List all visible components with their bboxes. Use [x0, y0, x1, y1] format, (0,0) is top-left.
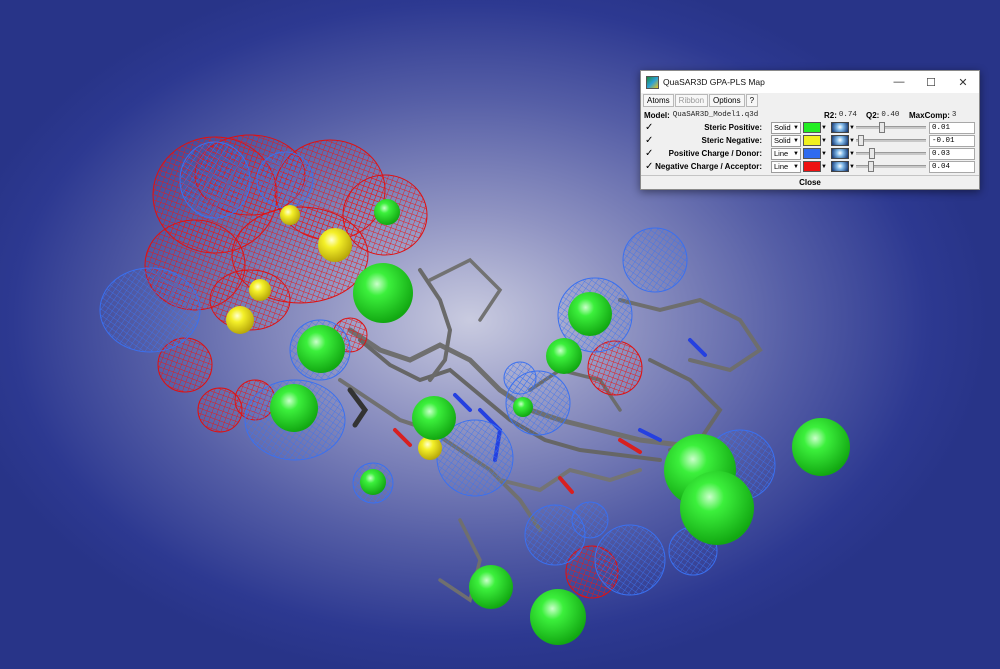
chevron-down-icon[interactable]: ▼	[849, 138, 855, 144]
model-info-row: Model: QuaSAR3D_Model1.q3d R2: 0.74 Q2: …	[641, 109, 979, 121]
model-filename: QuaSAR3D_Model1.q3d	[672, 111, 759, 119]
threshold-value-field[interactable]: 0.04	[929, 160, 975, 173]
color-swatch[interactable]	[803, 122, 821, 133]
chevron-down-icon: ▼	[793, 137, 799, 144]
q2-value: 0.40	[881, 111, 900, 119]
material-icon[interactable]	[831, 135, 849, 146]
title-bar[interactable]: QuaSAR3D GPA-PLS Map — ☐ ✕	[641, 71, 979, 93]
map-label: Steric Negative:	[701, 136, 762, 145]
chevron-down-icon[interactable]: ▼	[849, 125, 855, 131]
map-row-steric-positive: ✓ Steric Positive: Solid ▼ ▼ ▼ 0.01	[641, 121, 979, 134]
maximize-icon[interactable]: ☐	[915, 71, 947, 93]
checkmark-icon[interactable]: ✓	[645, 148, 653, 159]
style-select[interactable]: Solid ▼	[771, 134, 801, 147]
threshold-value-field[interactable]: 0.01	[929, 121, 975, 134]
color-swatch[interactable]	[803, 148, 821, 159]
material-icon[interactable]	[831, 122, 849, 133]
threshold-value-field[interactable]: -0.01	[929, 134, 975, 147]
color-swatch[interactable]	[803, 135, 821, 146]
slider-thumb[interactable]	[868, 161, 874, 172]
map-label: Steric Positive:	[704, 123, 762, 132]
chevron-down-icon: ▼	[793, 124, 799, 131]
map-label: Negative Charge / Acceptor:	[655, 162, 762, 171]
map-row-steric-negative: ✓ Steric Negative: Solid ▼ ▼ ▼ -0.01	[641, 134, 979, 147]
threshold-slider[interactable]	[856, 139, 926, 142]
style-select[interactable]: Solid ▼	[771, 121, 801, 134]
threshold-slider[interactable]	[856, 126, 926, 129]
color-swatch[interactable]	[803, 161, 821, 172]
threshold-slider[interactable]	[856, 165, 926, 168]
menu-ribbon: Ribbon	[674, 94, 709, 107]
slider-thumb[interactable]	[869, 148, 875, 159]
checkmark-icon[interactable]: ✓	[645, 135, 653, 146]
menu-bar: Atoms Ribbon Options ?	[641, 94, 979, 107]
q2-label: Q2:	[866, 110, 880, 120]
chevron-down-icon[interactable]: ▼	[849, 164, 855, 170]
window-title: QuaSAR3D GPA-PLS Map	[663, 77, 765, 87]
style-select[interactable]: Line ▼	[771, 160, 801, 173]
minimize-icon[interactable]: —	[883, 71, 915, 93]
material-icon[interactable]	[831, 161, 849, 172]
map-row-positive-charge: ✓ Positive Charge / Donor: Line ▼ ▼ ▼ 0.03	[641, 147, 979, 160]
chevron-down-icon[interactable]: ▼	[821, 164, 827, 170]
chevron-down-icon[interactable]: ▼	[821, 125, 827, 131]
r2-label: R2:	[824, 110, 837, 120]
chevron-down-icon: ▼	[793, 163, 799, 170]
checkmark-icon[interactable]: ✓	[645, 161, 653, 172]
chevron-down-icon[interactable]: ▼	[821, 138, 827, 144]
menu-help[interactable]: ?	[745, 94, 759, 107]
menu-atoms[interactable]: Atoms	[643, 94, 674, 107]
map-label: Positive Charge / Donor:	[668, 149, 762, 158]
gpa-pls-map-dialog: QuaSAR3D GPA-PLS Map — ☐ ✕ Atoms Ribbon …	[640, 70, 980, 190]
close-button[interactable]: Close	[641, 175, 979, 189]
chevron-down-icon[interactable]: ▼	[821, 151, 827, 157]
slider-thumb[interactable]	[879, 122, 885, 133]
r2-value: 0.74	[838, 111, 857, 119]
material-icon[interactable]	[831, 148, 849, 159]
threshold-slider[interactable]	[856, 152, 926, 155]
chevron-down-icon: ▼	[793, 150, 799, 157]
model-label: Model:	[644, 110, 670, 120]
chevron-down-icon[interactable]: ▼	[849, 151, 855, 157]
maxcomp-value: 3	[951, 111, 957, 119]
close-icon[interactable]: ✕	[947, 71, 979, 93]
menu-options[interactable]: Options	[709, 94, 745, 107]
checkmark-icon[interactable]: ✓	[645, 122, 653, 133]
style-select[interactable]: Line ▼	[771, 147, 801, 160]
slider-thumb[interactable]	[858, 135, 864, 146]
maxcomp-label: MaxComp:	[909, 110, 950, 120]
threshold-value-field[interactable]: 0.03	[929, 147, 975, 160]
map-row-negative-charge: ✓ Negative Charge / Acceptor: Line ▼ ▼ ▼ 0.04	[641, 160, 979, 173]
quasar3d-app-icon	[646, 75, 659, 89]
